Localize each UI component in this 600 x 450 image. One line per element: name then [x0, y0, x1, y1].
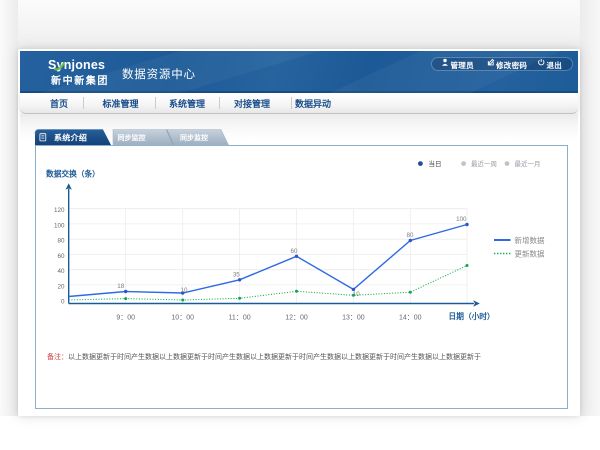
svg-text:60: 60 — [291, 248, 298, 255]
svg-text:13：00: 13：00 — [342, 315, 365, 322]
svg-text:80: 80 — [407, 232, 414, 239]
svg-text:10：00: 10：00 — [171, 315, 194, 322]
svg-text:20: 20 — [57, 283, 65, 290]
svg-text:120: 120 — [54, 207, 65, 214]
svg-text:35: 35 — [233, 272, 240, 279]
svg-text:40: 40 — [57, 268, 65, 275]
svg-text:10: 10 — [181, 287, 188, 294]
svg-text:数据交换（条）: 数据交换（条） — [46, 169, 100, 179]
svg-text:11：00: 11：00 — [229, 315, 251, 322]
svg-text:9：00: 9：00 — [116, 315, 135, 322]
svg-text:14：00: 14：00 — [399, 315, 422, 322]
svg-text:同步监控: 同步监控 — [180, 133, 208, 142]
svg-text:100: 100 — [456, 216, 467, 223]
svg-text:18: 18 — [117, 283, 124, 290]
svg-text:系统介绍: 系统介绍 — [54, 133, 87, 143]
svg-text:100: 100 — [54, 222, 65, 229]
svg-text:0: 0 — [61, 298, 65, 305]
svg-text:日期（小时）: 日期（小时） — [449, 311, 495, 321]
svg-text:60: 60 — [57, 253, 65, 260]
svg-text:更新数据: 更新数据 — [515, 248, 545, 258]
svg-text:最近一周: 最近一周 — [471, 159, 497, 168]
svg-text:80: 80 — [57, 238, 65, 245]
svg-text:12：00: 12：00 — [285, 315, 308, 322]
svg-text:当日: 当日 — [429, 159, 442, 168]
svg-text:同步监控: 同步监控 — [118, 133, 146, 142]
svg-text:10: 10 — [353, 291, 360, 298]
svg-text:新增数据: 新增数据 — [515, 235, 545, 245]
svg-text:最近一月: 最近一月 — [515, 159, 541, 168]
